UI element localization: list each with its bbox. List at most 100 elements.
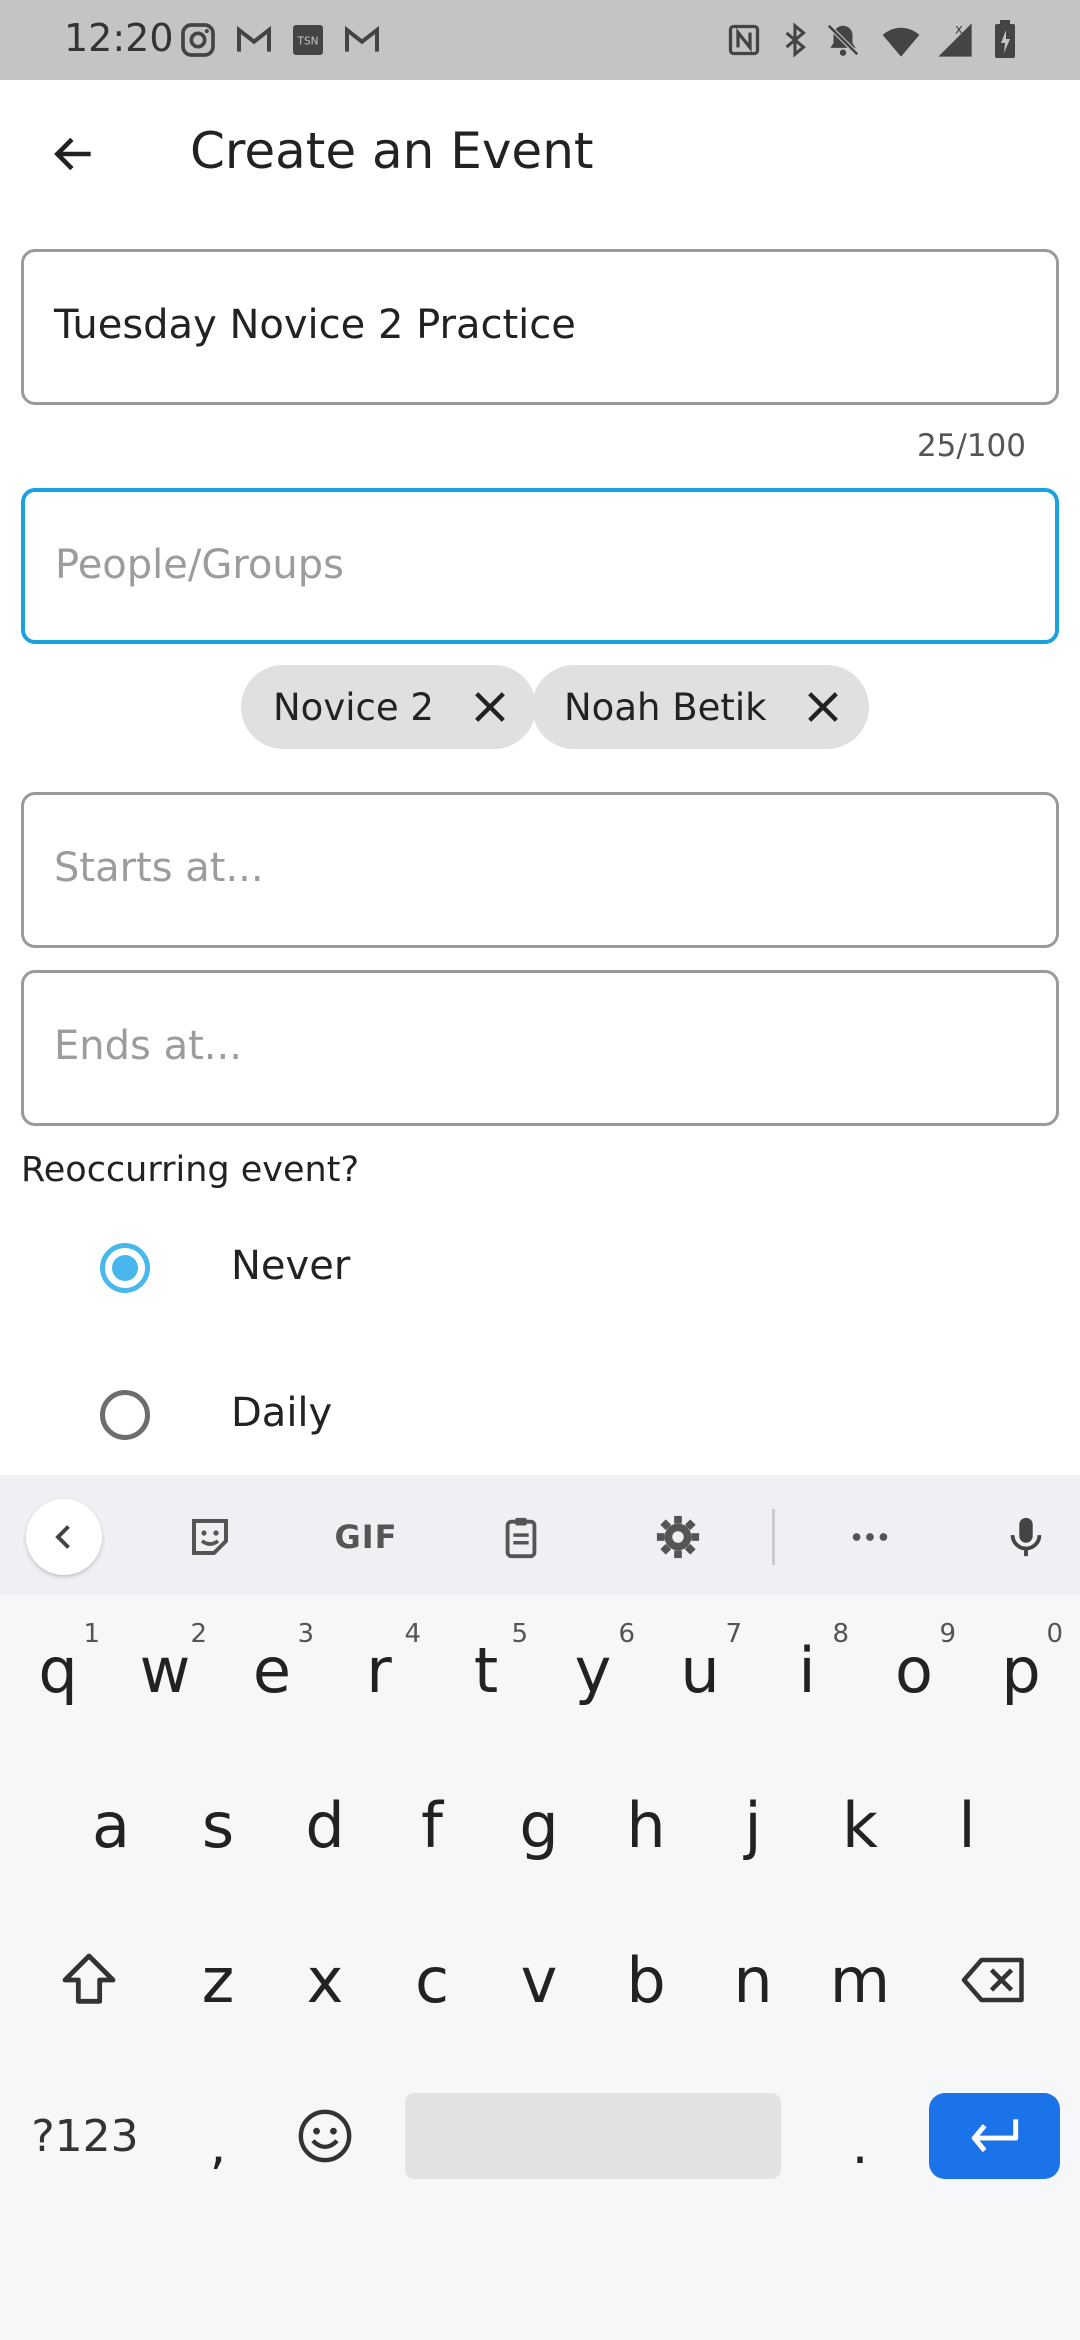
clipboard-button[interactable] bbox=[483, 1499, 559, 1575]
gmail-icon bbox=[232, 20, 276, 60]
emoji-icon bbox=[298, 2109, 352, 2163]
starts-at-field[interactable]: Starts at... bbox=[21, 792, 1059, 948]
key-n[interactable]: n bbox=[703, 1915, 803, 2045]
chip-noah-betik: Noah Betik bbox=[532, 665, 869, 749]
key-y[interactable]: y6 bbox=[543, 1605, 643, 1735]
key-d[interactable]: d bbox=[275, 1760, 375, 1890]
app-bar: Create an Event bbox=[0, 80, 1080, 230]
key-t[interactable]: t5 bbox=[436, 1605, 536, 1735]
tsn-icon: TSN bbox=[290, 20, 326, 60]
instagram-icon bbox=[178, 20, 218, 60]
chip-novice-2: Novice 2 bbox=[241, 665, 536, 749]
key-l[interactable]: l bbox=[917, 1760, 1017, 1890]
shift-key[interactable] bbox=[34, 1915, 144, 2045]
toolbar-divider bbox=[772, 1509, 775, 1565]
key-hint: 5 bbox=[511, 1619, 528, 1649]
wifi-icon bbox=[878, 20, 924, 60]
comma-key[interactable]: , bbox=[168, 2081, 268, 2211]
microphone-button[interactable] bbox=[988, 1499, 1064, 1575]
shift-icon bbox=[62, 1953, 116, 2004]
more-button[interactable] bbox=[832, 1499, 908, 1575]
chevron-left-icon bbox=[55, 1525, 70, 1549]
key-o[interactable]: o9 bbox=[864, 1605, 964, 1735]
key-hint: 0 bbox=[1046, 1619, 1063, 1649]
key-hint: 4 bbox=[404, 1619, 421, 1649]
radio-label: Never bbox=[231, 1243, 351, 1289]
gear-icon bbox=[656, 1515, 700, 1559]
key-g[interactable]: g bbox=[489, 1760, 589, 1890]
chip-label: Novice 2 bbox=[273, 685, 434, 729]
symbols-key[interactable]: ?123 bbox=[20, 2071, 150, 2201]
key-z[interactable]: z bbox=[168, 1915, 268, 2045]
radio-option-daily[interactable]: Daily bbox=[0, 1360, 1080, 1470]
event-name-value: Tuesday Novice 2 Practice bbox=[54, 302, 576, 348]
space-key[interactable] bbox=[405, 2093, 781, 2179]
arrow-back-icon bbox=[54, 137, 91, 171]
key-a[interactable]: a bbox=[61, 1760, 161, 1890]
key-s[interactable]: s bbox=[168, 1760, 268, 1890]
svg-text:x: x bbox=[955, 22, 963, 37]
more-horizontal-icon bbox=[852, 1533, 888, 1541]
emoji-key[interactable] bbox=[275, 2071, 375, 2201]
period-key[interactable]: . bbox=[810, 2081, 910, 2211]
key-h[interactable]: h bbox=[596, 1760, 696, 1890]
ends-at-placeholder: Ends at... bbox=[54, 1023, 242, 1069]
backspace-key[interactable] bbox=[936, 1915, 1052, 2045]
key-q[interactable]: q1 bbox=[8, 1605, 108, 1735]
radio-selected-icon[interactable] bbox=[100, 1243, 150, 1293]
page-title: Create an Event bbox=[190, 122, 594, 180]
key-x[interactable]: x bbox=[275, 1915, 375, 2045]
ends-at-field[interactable]: Ends at... bbox=[21, 970, 1059, 1126]
key-e[interactable]: e3 bbox=[222, 1605, 322, 1735]
key-hint: 2 bbox=[190, 1619, 207, 1649]
key-hint: 6 bbox=[618, 1619, 635, 1649]
enter-icon bbox=[971, 2119, 1018, 2153]
clipboard-icon bbox=[505, 1517, 537, 1559]
bluetooth-icon bbox=[778, 20, 812, 60]
reoccurring-label: Reoccurring event? bbox=[21, 1150, 360, 1190]
enter-key[interactable] bbox=[929, 2093, 1060, 2179]
keyboard: GIF q1 w2 e3 r4 t5 y6 u7 i8 o9 p0 a s d … bbox=[0, 1475, 1080, 2340]
toolbar-back-button[interactable] bbox=[26, 1499, 102, 1575]
key-k[interactable]: k bbox=[810, 1760, 910, 1890]
starts-at-placeholder: Starts at... bbox=[54, 845, 264, 891]
radio-option-never[interactable]: Never bbox=[0, 1213, 1080, 1323]
key-w[interactable]: w2 bbox=[115, 1605, 215, 1735]
back-button[interactable] bbox=[36, 116, 112, 192]
key-i[interactable]: i8 bbox=[757, 1605, 857, 1735]
key-c[interactable]: c bbox=[382, 1915, 482, 2045]
character-counter: 25/100 bbox=[916, 428, 1026, 464]
mute-icon bbox=[824, 20, 862, 60]
key-r[interactable]: r4 bbox=[329, 1605, 429, 1735]
key-hint: 1 bbox=[83, 1619, 100, 1649]
sticker-button[interactable] bbox=[172, 1499, 248, 1575]
people-groups-input[interactable]: People/Groups bbox=[21, 488, 1059, 644]
status-time: 12:20 bbox=[64, 16, 174, 60]
close-icon bbox=[475, 692, 505, 722]
gif-button[interactable]: GIF bbox=[326, 1499, 406, 1575]
key-p[interactable]: p0 bbox=[971, 1605, 1071, 1735]
key-u[interactable]: u7 bbox=[650, 1605, 750, 1735]
chip-label: Noah Betik bbox=[564, 685, 767, 729]
close-icon bbox=[807, 692, 838, 722]
event-name-field[interactable]: Tuesday Novice 2 Practice bbox=[21, 249, 1059, 405]
keyboard-toolbar: GIF bbox=[0, 1475, 1080, 1595]
signal-icon: x bbox=[934, 20, 976, 60]
key-hint: 8 bbox=[832, 1619, 849, 1649]
chip-remove-button[interactable] bbox=[468, 685, 512, 729]
settings-button[interactable] bbox=[640, 1499, 716, 1575]
battery-icon bbox=[990, 20, 1020, 60]
gif-label: GIF bbox=[334, 1518, 398, 1556]
key-j[interactable]: j bbox=[703, 1760, 803, 1890]
key-m[interactable]: m bbox=[810, 1915, 910, 2045]
radio-unselected-icon[interactable] bbox=[100, 1390, 150, 1440]
key-f[interactable]: f bbox=[382, 1760, 482, 1890]
radio-label: Daily bbox=[231, 1390, 333, 1436]
sticker-icon bbox=[192, 1519, 228, 1555]
key-hint: 9 bbox=[939, 1619, 956, 1649]
key-hint: 7 bbox=[725, 1619, 742, 1649]
chip-remove-button[interactable] bbox=[801, 685, 845, 729]
people-groups-placeholder: People/Groups bbox=[55, 542, 344, 588]
key-v[interactable]: v bbox=[489, 1915, 589, 2045]
key-b[interactable]: b bbox=[596, 1915, 696, 2045]
